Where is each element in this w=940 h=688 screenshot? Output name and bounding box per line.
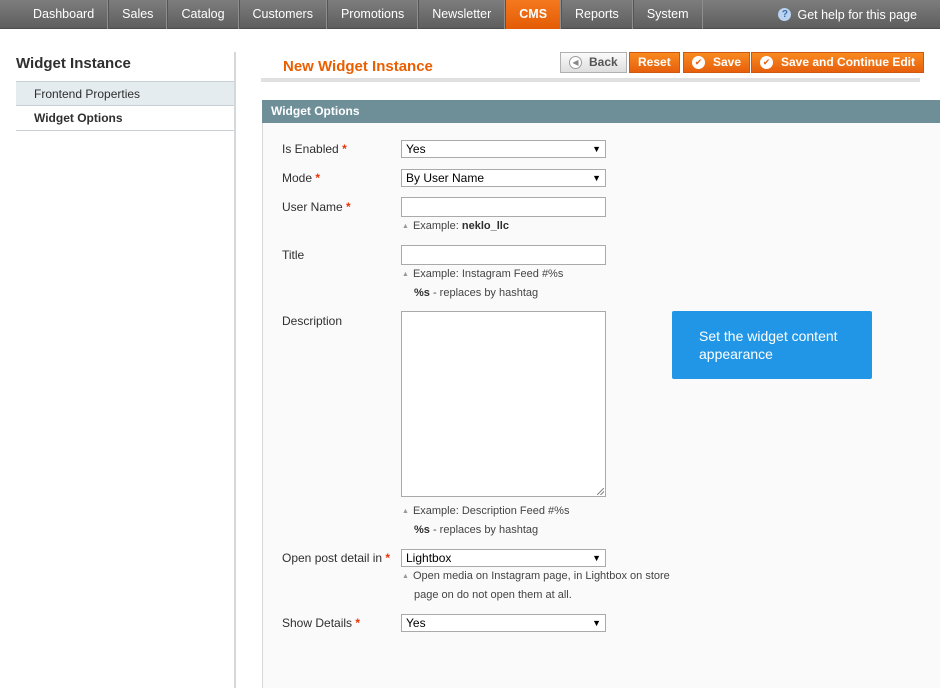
reset-button-label: Reset: [638, 55, 671, 69]
note-placeholder-token: %s: [414, 524, 430, 536]
reset-button[interactable]: Reset: [629, 52, 680, 73]
is-enabled-select[interactable]: Yes ▼: [401, 140, 606, 158]
note-example-value: neklo_llc: [461, 220, 509, 232]
note-text: Example: Instagram Feed #%s: [412, 268, 564, 280]
widget-appearance-tooltip: Set the widget content appearance: [672, 311, 872, 379]
mode-label-text: Mode: [282, 171, 313, 185]
nav-item-cms[interactable]: CMS: [505, 0, 562, 29]
back-button-label: Back: [589, 55, 618, 69]
fieldset-title: Widget Options: [262, 100, 940, 123]
note-text: Example: Description Feed #%s: [412, 505, 570, 517]
nav-item-customers[interactable]: Customers: [238, 0, 327, 29]
save-button-label: Save: [713, 55, 742, 69]
note-text: - replaces by hashtag: [429, 287, 539, 299]
save-continue-button[interactable]: ✔ Save and Continue Edit: [751, 52, 925, 73]
tab-widget-options[interactable]: Widget Options: [16, 106, 236, 131]
checkmark-icon: ✔: [760, 56, 773, 69]
note-placeholder-token: %s: [414, 287, 430, 299]
dropdown-arrow-icon: ▼: [592, 618, 601, 628]
nav-item-newsletter[interactable]: Newsletter: [418, 0, 506, 29]
nav-item-system[interactable]: System: [632, 0, 703, 29]
checkmark-icon: ✔: [692, 56, 705, 69]
nav-item-catalog[interactable]: Catalog: [167, 0, 239, 29]
open-post-label: Open post detail in *: [282, 551, 390, 565]
nav-item-promotions[interactable]: Promotions: [326, 0, 419, 29]
question-icon: ?: [778, 8, 792, 21]
title-note: ▲ Example: Instagram Feed #%s %s - replac…: [402, 265, 563, 302]
user-name-label: User Name *: [282, 200, 351, 214]
required-mark: *: [342, 142, 347, 156]
is-enabled-label: Is Enabled *: [282, 142, 347, 156]
nav-item-dashboard[interactable]: Dashboard: [20, 0, 109, 29]
note-text: Open media on Instagram page, in Lightbo…: [412, 570, 670, 582]
dropdown-arrow-icon: ▼: [592, 553, 601, 563]
show-details-select[interactable]: Yes ▼: [401, 614, 606, 632]
note-triangle-icon: ▲: [402, 271, 409, 278]
show-details-label: Show Details *: [282, 616, 360, 630]
required-mark: *: [315, 171, 321, 185]
dropdown-arrow-icon: ▼: [592, 144, 601, 154]
tab-frontend-properties[interactable]: Frontend Properties: [16, 81, 236, 106]
show-details-label-text: Show Details: [282, 616, 353, 630]
description-label-text: Description: [282, 314, 343, 328]
back-arrow-icon: ◀: [569, 56, 582, 69]
note-triangle-icon: ▲: [402, 508, 409, 515]
sidebar-tabs: Frontend Properties Widget Options: [16, 81, 236, 131]
sidebar-divider: [234, 52, 236, 688]
note-triangle-icon: ▲: [402, 223, 409, 230]
open-post-label-text: Open post detail in: [282, 551, 383, 565]
open-post-note: ▲ Open media on Instagram page, in Lightb…: [402, 567, 670, 604]
is-enabled-label-text: Is Enabled: [282, 142, 339, 156]
note-text: page on do not open them at all.: [414, 589, 572, 601]
title-input[interactable]: [401, 245, 606, 265]
open-post-select[interactable]: Lightbox ▼: [401, 549, 606, 567]
note-text: Example:: [412, 220, 462, 232]
help-link[interactable]: ? Get help for this page: [778, 0, 917, 29]
required-mark: *: [385, 551, 391, 565]
nav-item-sales[interactable]: Sales: [108, 0, 168, 29]
mode-select[interactable]: By User Name ▼: [401, 169, 606, 187]
mode-label: Mode *: [282, 171, 320, 185]
required-mark: *: [355, 616, 361, 630]
back-button[interactable]: ◀ Back: [560, 52, 627, 73]
required-mark: *: [346, 200, 351, 214]
sidebar-title: Widget Instance: [16, 55, 131, 72]
user-name-label-text: User Name: [282, 200, 343, 214]
show-details-value: Yes: [406, 616, 426, 630]
save-continue-button-label: Save and Continue Edit: [781, 55, 916, 69]
note-text: - replaces by hashtag: [429, 524, 539, 536]
description-textarea[interactable]: [401, 311, 606, 497]
user-name-note: ▲ Example: neklo_llc: [402, 217, 509, 236]
description-note: ▲ Example: Description Feed #%s %s - repl…: [402, 502, 569, 539]
dropdown-arrow-icon: ▼: [592, 173, 601, 183]
open-post-value: Lightbox: [406, 551, 452, 565]
title-label: Title: [282, 248, 304, 262]
help-link-label: Get help for this page: [797, 7, 917, 22]
nav-item-reports[interactable]: Reports: [561, 0, 633, 29]
description-label: Description: [282, 314, 342, 328]
save-button[interactable]: ✔ Save: [683, 52, 751, 73]
top-nav: Dashboard Sales Catalog Customers Promot…: [0, 0, 940, 29]
title-underline: [261, 78, 920, 82]
main-menu: Dashboard Sales Catalog Customers Promot…: [20, 0, 703, 29]
mode-value: By User Name: [406, 171, 485, 185]
page-title: New Widget Instance: [283, 58, 433, 75]
user-name-input[interactable]: [401, 197, 606, 217]
title-label-text: Title: [282, 248, 305, 262]
resize-handle-icon[interactable]: [597, 488, 604, 495]
note-triangle-icon: ▲: [402, 573, 409, 580]
is-enabled-value: Yes: [406, 142, 426, 156]
